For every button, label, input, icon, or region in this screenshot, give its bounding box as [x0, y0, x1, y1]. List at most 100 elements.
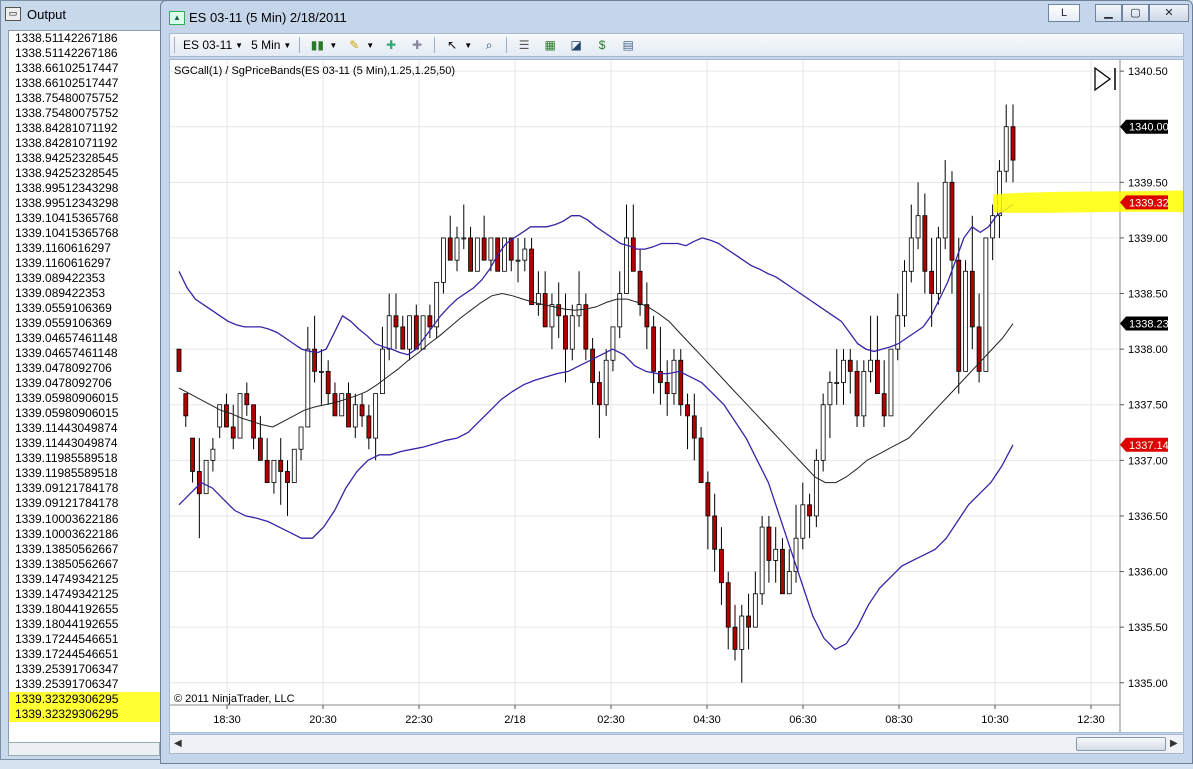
data-series-button[interactable]: ▦ — [537, 35, 563, 55]
output-line: 1338.66102517447 — [15, 76, 119, 91]
price-bar — [203, 459, 209, 495]
output-line: 1339.17244546651 — [15, 631, 119, 646]
price-bar — [549, 293, 555, 350]
maximize-button[interactable]: ▢ — [1122, 4, 1149, 22]
price-bar — [881, 360, 887, 427]
price-bar — [237, 393, 243, 439]
instrument-selector[interactable]: ES 03-11 ▼ — [179, 35, 247, 55]
bar-body — [257, 437, 263, 461]
toolbar-separator — [299, 37, 301, 53]
chevron-down-icon: ▼ — [366, 40, 375, 50]
bar-body — [637, 270, 643, 306]
price-bar — [712, 493, 718, 572]
close-icon: ✕ — [1164, 7, 1174, 19]
price-bar — [224, 393, 229, 428]
strategies-button[interactable]: $ — [589, 35, 615, 55]
price-bar — [393, 293, 399, 350]
price-bar — [936, 226, 941, 305]
chart-horizontal-scrollbar[interactable]: ◀ ▶ — [169, 734, 1184, 754]
output-line: 1338.51142267186 — [15, 46, 118, 61]
price-bar — [454, 226, 460, 272]
pin-off-icon: ✚ — [412, 38, 423, 52]
bar-body — [786, 571, 792, 595]
minimize-button[interactable]: ▁ — [1095, 4, 1122, 22]
cursor-icon: ↖ — [447, 38, 458, 52]
price-bar — [807, 493, 812, 539]
bar-body — [386, 315, 392, 350]
y-tick-label: 1339.50 — [1128, 177, 1168, 189]
bar-body — [800, 504, 806, 539]
properties-icon: ▤ — [622, 38, 634, 52]
snap-off-button[interactable]: ✚ — [404, 35, 430, 55]
x-tick-label: 22:30 — [405, 714, 433, 726]
chart-canvas[interactable]: 1340.50 1340.00 1339.50 1339.00 1338.50 1338.… — [170, 60, 1183, 732]
price-bar — [963, 260, 968, 372]
y-tick-label: 1335.50 — [1128, 622, 1168, 634]
output-log-list[interactable]: 1338.51142267186 1338.51142267186 1338.661… — [8, 30, 162, 744]
bar-body — [732, 626, 738, 650]
bar-body — [630, 237, 636, 272]
bar-body — [237, 393, 243, 439]
bar-body — [705, 482, 711, 517]
close-button[interactable]: ✕ — [1149, 4, 1189, 22]
scrollbar-thumb[interactable] — [1076, 737, 1166, 751]
snap-button[interactable]: ✚ — [378, 35, 404, 55]
bar-width-button[interactable]: ☰ — [511, 35, 537, 55]
scroll-left-arrow-icon[interactable]: ◀ — [174, 738, 182, 749]
output-line: 1339.13850562667 — [15, 556, 119, 571]
bar-body — [373, 393, 379, 439]
price-marker: 1339.32 — [1120, 195, 1169, 210]
link-button[interactable]: L — [1048, 4, 1080, 22]
bar-body — [183, 393, 189, 417]
minimize-icon: ▁ — [1104, 7, 1113, 19]
bar-spacing-icon: ☰ — [518, 38, 530, 52]
chart-toolbar: ES 03-11 ▼ 5 Min ▼ ▮▮ ▼ ✎ ▼ ✚ ✚ ↖ ▼ ⌕ ☰ ▦ ◪ $… — [169, 33, 1184, 57]
price-bar — [746, 593, 751, 650]
copyright-label: © 2011 NinjaTrader, LLC — [174, 693, 295, 705]
price-bar — [800, 482, 806, 550]
price-bar — [902, 260, 907, 327]
price-bar — [969, 215, 975, 350]
output-horizontal-scrollbar[interactable] — [8, 742, 160, 756]
output-line: 1339.0559106369 — [15, 316, 112, 331]
properties-button[interactable]: ▤ — [615, 35, 641, 55]
chart-style-button[interactable]: ▮▮ ▼ — [304, 35, 341, 55]
zoom-button[interactable]: ⌕ — [476, 35, 502, 55]
interval-selector[interactable]: 5 Min ▼ — [247, 35, 295, 55]
price-bar — [468, 226, 473, 272]
price-chart[interactable]: 1340.50 1340.00 1339.50 1339.00 1338.50 1338.… — [169, 59, 1184, 733]
price-bar — [603, 349, 609, 416]
output-line: 1339.10415365768 — [15, 211, 119, 226]
price-bar — [461, 204, 467, 250]
bar-body — [441, 237, 446, 283]
price-bar — [359, 393, 365, 427]
indicators-button[interactable]: ◪ — [563, 35, 589, 55]
price-bar — [339, 393, 345, 417]
output-line: 1339.18044192655 — [15, 616, 119, 631]
cursor-mode-button[interactable]: ↖ ▼ — [439, 35, 476, 55]
bar-body — [210, 448, 216, 461]
bar-body — [522, 248, 528, 261]
x-tick-label: 12:30 — [1077, 714, 1105, 726]
chart-title-bar[interactable]: ▲ ES 03-11 (5 Min) 2/18/2011 L ▁ ▢ ✕ — [161, 1, 1192, 31]
price-bar — [210, 438, 216, 472]
price-bar — [413, 304, 419, 350]
price-bar — [508, 237, 514, 272]
x-tick-label: 20:30 — [309, 714, 337, 726]
price-marker: 1338.23 — [1120, 316, 1169, 331]
price-bar — [230, 404, 236, 450]
price-bar — [922, 193, 928, 294]
bar-body — [956, 259, 962, 372]
output-line: 1339.0478092706 — [15, 376, 112, 391]
y-tick-label: 1336.00 — [1128, 567, 1168, 579]
bar-body — [407, 315, 412, 350]
output-line: 1338.66102517447 — [15, 61, 119, 76]
drawing-tool-button[interactable]: ✎ ▼ — [341, 35, 378, 55]
bar-body — [671, 359, 677, 395]
price-bar — [352, 393, 358, 439]
price-bar — [990, 204, 996, 261]
price-bar — [529, 237, 534, 306]
y-tick-label: 1339.00 — [1128, 233, 1168, 245]
scroll-right-arrow-icon[interactable]: ▶ — [1170, 738, 1178, 749]
price-bar — [346, 382, 351, 428]
